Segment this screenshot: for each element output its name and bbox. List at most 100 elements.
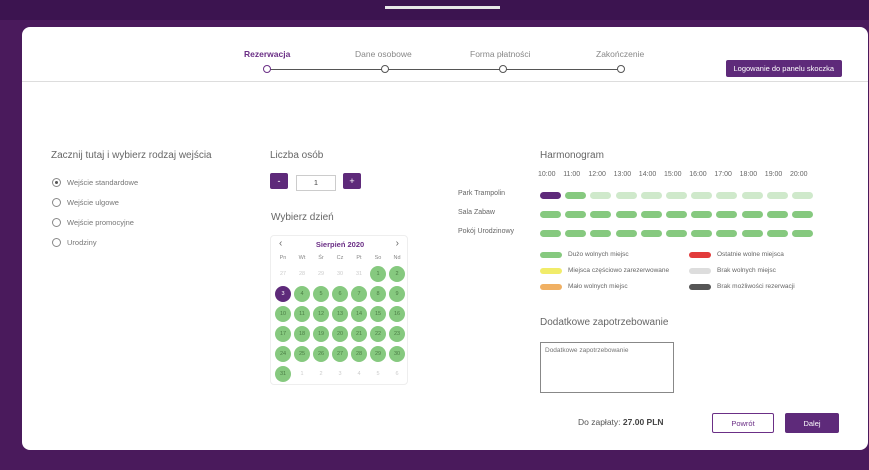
schedule-slot[interactable] [615,211,637,218]
calendar-day[interactable]: 2 [389,266,405,282]
calendar-day[interactable]: 4 [294,286,310,302]
back-button[interactable]: Powrót [712,413,774,433]
radio-icon[interactable] [52,238,61,247]
calendar-day[interactable]: 14 [351,306,367,322]
schedule-slot[interactable] [766,192,788,199]
people-minus-button[interactable]: - [270,173,288,189]
legend-swatch [689,284,711,290]
calendar-day[interactable]: 15 [370,306,386,322]
calendar-day: 5 [376,371,380,377]
calendar-day[interactable]: 3 [275,286,291,302]
radio-standard[interactable]: Wejście standardowe [52,178,138,187]
radio-ulgowe[interactable]: Wejście ulgowe [52,198,119,207]
schedule-slot[interactable] [766,211,788,218]
calendar-weekday: Pt [356,255,362,261]
radio-label: Wejście promocyjne [67,218,134,227]
calendar-day[interactable]: 27 [332,346,348,362]
radio-urodziny[interactable]: Urodziny [52,238,97,247]
calendar-day[interactable]: 12 [313,306,329,322]
calendar-day[interactable]: 8 [370,286,386,302]
booking-card: Rezerwacja Dane osobowe Forma płatności … [22,27,868,450]
calendar-day[interactable]: 19 [313,326,329,342]
calendar-weekday: Cz [336,255,344,261]
schedule-slot[interactable] [590,192,612,199]
schedule-slot[interactable] [666,230,687,237]
schedule-slot[interactable] [741,192,763,199]
schedule-slot[interactable] [540,230,561,237]
people-count-input[interactable]: 1 [296,175,336,191]
schedule-slot[interactable] [792,192,813,199]
schedule-slot[interactable] [792,211,813,218]
left-strip [0,20,22,470]
calendar-day[interactable]: 22 [370,326,386,342]
calendar-day[interactable]: 21 [351,326,367,342]
schedule-slot[interactable] [640,230,662,237]
radio-icon[interactable] [52,218,61,227]
schedule-slot[interactable] [615,192,637,199]
calendar-day[interactable]: 31 [275,366,291,382]
extra-needs-heading: Dodatkowe zapotrzebowanie [540,317,669,328]
time-label: 20:00 [790,171,808,178]
legend-swatch [689,252,711,258]
schedule-slot[interactable] [691,230,713,237]
calendar-day[interactable]: 26 [313,346,329,362]
calendar-day[interactable]: 18 [294,326,310,342]
schedule-slot[interactable] [640,211,662,218]
schedule-slot[interactable] [565,211,587,218]
calendar-day: 27 [279,271,287,277]
schedule-slot[interactable] [792,230,813,237]
schedule-slot[interactable] [691,211,713,218]
login-panel-button[interactable]: Logowanie do panelu skoczka [725,60,842,77]
calendar-day[interactable]: 10 [275,306,291,322]
schedule-slot[interactable] [590,211,612,218]
calendar-day: 3 [338,371,342,377]
schedule-slot[interactable] [716,211,738,218]
people-plus-button[interactable]: + [343,173,361,189]
calendar-next-icon[interactable]: › [396,238,399,249]
radio-promocyjne[interactable]: Wejście promocyjne [52,218,134,227]
next-button[interactable]: Dalej [785,413,839,433]
schedule-slot[interactable] [540,211,561,218]
schedule-slot[interactable] [766,230,788,237]
top-tab-indicator [385,6,500,9]
schedule-slot[interactable] [716,230,738,237]
calendar-day[interactable]: 25 [294,346,310,362]
calendar-day[interactable]: 7 [351,286,367,302]
calendar-day[interactable]: 16 [389,306,405,322]
calendar-day[interactable]: 9 [389,286,405,302]
progress-steps: Rezerwacja Dane osobowe Forma płatności … [22,27,868,82]
calendar-day[interactable]: 6 [332,286,348,302]
time-label: 19:00 [764,171,783,178]
calendar-day[interactable]: 24 [275,346,291,362]
calendar-day[interactable]: 30 [389,346,405,362]
calendar-day[interactable]: 23 [389,326,405,342]
schedule-slot[interactable] [666,211,687,218]
calendar-day[interactable]: 28 [351,346,367,362]
schedule-slot[interactable] [716,192,738,199]
schedule-slot[interactable] [540,192,561,199]
radio-checked-icon[interactable] [52,178,61,187]
schedule-slot[interactable] [640,192,662,199]
calendar-day[interactable]: 20 [332,326,348,342]
calendar-day[interactable]: 5 [313,286,329,302]
calendar-day[interactable]: 1 [370,266,386,282]
extra-needs-textarea[interactable] [540,342,674,393]
time-label: 12:00 [588,171,606,178]
schedule-slot[interactable] [565,230,587,237]
schedule-slot[interactable] [666,192,687,199]
calendar-day[interactable]: 13 [332,306,348,322]
schedule-slot[interactable] [741,230,763,237]
calendar-day[interactable]: 29 [370,346,386,362]
time-label: 14:00 [638,171,657,178]
schedule-slot[interactable] [590,230,612,237]
schedule-slot[interactable] [615,230,637,237]
calendar-day[interactable]: 17 [275,326,291,342]
schedule-slot[interactable] [741,211,763,218]
calendar-day[interactable]: 11 [294,306,310,322]
schedule-slot[interactable] [691,192,713,199]
schedule-slot[interactable] [565,192,587,199]
radio-icon[interactable] [52,198,61,207]
calendar-weekday: Wt [298,255,306,261]
calendar-day: 6 [395,371,399,377]
entry-type-heading: Zacznij tutaj i wybierz rodzaj wejścia [51,150,212,161]
